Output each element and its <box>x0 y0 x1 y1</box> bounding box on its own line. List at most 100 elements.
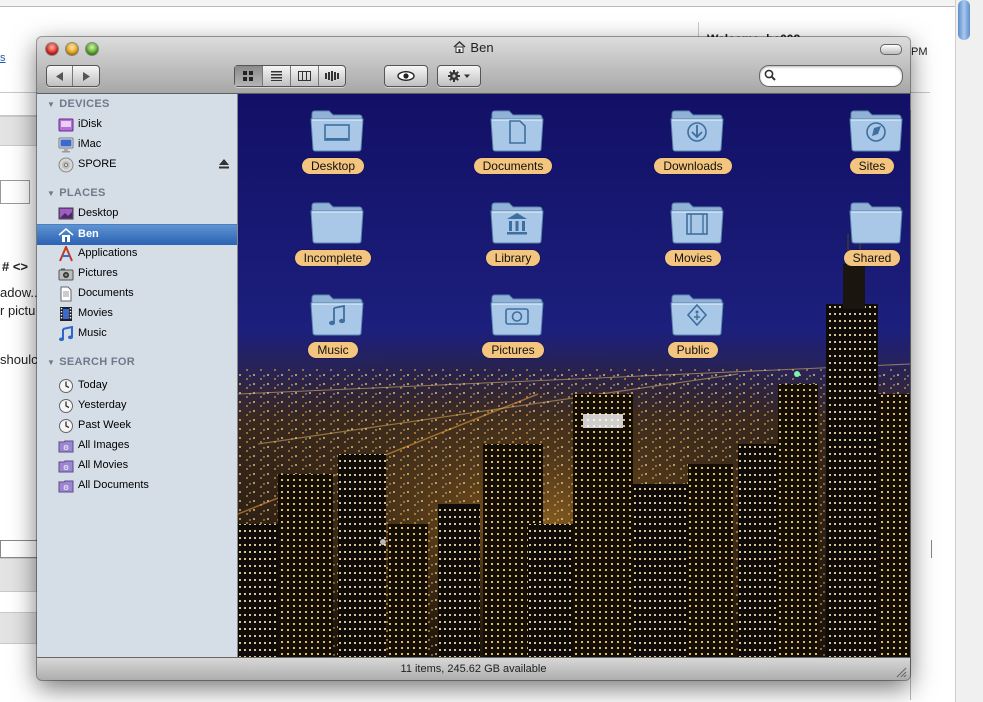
sidebar-item-label: Past Week <box>78 419 131 431</box>
sidebar-item-label: Pictures <box>78 267 118 279</box>
pictures-folder-icon <box>490 294 544 336</box>
forward-arrow-icon <box>83 71 90 81</box>
window-title: Ben <box>37 40 910 56</box>
smart-folder-icon: ⚙ <box>58 480 74 493</box>
folder-item-library[interactable]: Library <box>443 194 583 274</box>
folder-label: Movies <box>664 250 721 266</box>
resize-grip-icon[interactable] <box>895 666 907 678</box>
column-view-button[interactable] <box>291 66 319 86</box>
folder-label-wrap: Documents <box>443 158 583 174</box>
icon-view-icon <box>243 71 253 81</box>
home-icon <box>453 41 466 56</box>
background-fragment: shoulc <box>0 352 38 367</box>
folder-item-documents[interactable]: Documents <box>443 102 583 182</box>
background-link[interactable]: s <box>0 52 6 64</box>
status-text: 11 items, 245.62 GB available <box>400 663 547 675</box>
folder-item-downloads[interactable]: Downloads <box>623 102 763 182</box>
folder-label-wrap: Downloads <box>623 158 763 174</box>
background-input[interactable] <box>0 180 30 204</box>
folder-item-pictures[interactable]: Pictures <box>443 286 583 366</box>
scrollbar-thumb[interactable] <box>958 0 970 40</box>
sidebar-item-label: iDisk <box>78 118 102 130</box>
disclosure-triangle-icon[interactable]: ▼ <box>47 189 55 198</box>
folder-label: Library <box>485 250 541 266</box>
folder-label-wrap: Pictures <box>443 342 583 358</box>
clock-icon <box>59 419 73 433</box>
action-menu-button[interactable] <box>437 65 481 87</box>
sidebar: ▼ DEVICES iDisk iMac SPORE ▼ PLACES Deskto… <box>37 94 238 657</box>
disclosure-triangle-icon[interactable]: ▼ <box>47 100 55 109</box>
search-field[interactable] <box>759 65 903 87</box>
smart-folder-icon: ⚙ <box>58 460 74 473</box>
titlebar: Ben <box>37 37 910 94</box>
back-button[interactable] <box>47 66 73 86</box>
movies-folder-icon <box>670 202 724 244</box>
eye-icon <box>397 71 415 81</box>
sidebar-item-all-images[interactable]: ⚙ All Images <box>37 436 237 456</box>
music-icon <box>59 326 73 342</box>
sidebar-section-devices[interactable]: ▼ DEVICES <box>47 98 110 110</box>
desktop-folder-icon <box>310 110 364 152</box>
sidebar-item-documents[interactable]: Documents <box>37 284 237 304</box>
documents-icon <box>60 286 72 302</box>
folder-label-wrap: Desktop <box>263 158 403 174</box>
sidebar-item-spore[interactable]: SPORE <box>37 155 237 175</box>
home-icon <box>58 227 74 242</box>
list-view-button[interactable] <box>263 66 291 86</box>
sidebar-item-movies[interactable]: Movies <box>37 304 237 324</box>
sidebar-item-label: Music <box>78 327 107 339</box>
applications-icon <box>59 246 73 262</box>
sidebar-item-ben[interactable]: Ben <box>37 224 237 245</box>
sidebar-section-search-for[interactable]: ▼ SEARCH FOR <box>47 356 135 368</box>
sidebar-item-music[interactable]: Music <box>37 324 237 344</box>
folder-item-sites[interactable]: Sites <box>802 102 910 182</box>
eject-icon[interactable] <box>219 159 229 169</box>
folder-label-wrap: Incomplete <box>263 250 403 266</box>
sidebar-item-all-documents[interactable]: ⚙ All Documents <box>37 476 237 496</box>
folder-item-shared[interactable]: Shared <box>802 194 910 274</box>
folder-icon <box>310 202 364 244</box>
folder-label: Public <box>667 342 719 358</box>
folder-item-public[interactable]: Public <box>623 286 763 366</box>
sidebar-item-label: Desktop <box>78 207 119 219</box>
folder-item-incomplete[interactable]: Incomplete <box>263 194 403 274</box>
folder-item-music[interactable]: Music <box>263 286 403 366</box>
sidebar-item-past-week[interactable]: Past Week <box>37 416 237 436</box>
background-scrollbar[interactable] <box>955 0 983 702</box>
status-bar: 11 items, 245.62 GB available <box>37 657 910 680</box>
cover-flow-button[interactable] <box>319 66 345 86</box>
background-right-column <box>910 110 931 700</box>
folder-item-desktop[interactable]: Desktop <box>263 102 403 182</box>
sidebar-item-yesterday[interactable]: Yesterday <box>37 396 237 416</box>
sidebar-item-imac[interactable]: iMac <box>37 135 237 155</box>
sidebar-item-today[interactable]: Today <box>37 376 237 396</box>
sidebar-item-applications[interactable]: Applications <box>37 244 237 264</box>
smart-folder-icon: ⚙ <box>58 440 74 453</box>
music-folder-icon <box>310 294 364 336</box>
finder-window: Ben ▼ DEVICES iDisk iMac SPORE ▼ PLACES … <box>37 37 910 680</box>
pictures-icon <box>58 268 74 281</box>
sidebar-item-label: Movies <box>78 307 113 319</box>
back-arrow-icon <box>55 71 63 81</box>
folder-item-movies[interactable]: Movies <box>623 194 763 274</box>
section-title: SEARCH FOR <box>59 356 135 368</box>
sidebar-item-pictures[interactable]: Pictures <box>37 264 237 284</box>
sidebar-item-desktop[interactable]: Desktop <box>37 204 237 224</box>
disc-icon <box>58 157 74 173</box>
sidebar-item-idisk[interactable]: iDisk <box>37 115 237 135</box>
sidebar-item-label: All Images <box>78 439 130 451</box>
sidebar-section-places[interactable]: ▼ PLACES <box>47 187 106 199</box>
quick-look-button[interactable] <box>384 65 428 87</box>
sidebar-item-all-movies[interactable]: ⚙ All Movies <box>37 456 237 476</box>
downloads-folder-icon <box>670 110 724 152</box>
section-title: DEVICES <box>59 98 110 110</box>
clock-icon <box>59 399 73 413</box>
folder-label: Music <box>308 342 358 358</box>
disclosure-triangle-icon[interactable]: ▼ <box>47 358 55 367</box>
sidebar-item-label: All Documents <box>78 479 149 491</box>
search-input[interactable] <box>778 68 897 85</box>
icon-view-button[interactable] <box>235 66 263 86</box>
toolbar-toggle-button[interactable] <box>880 44 902 55</box>
folder-label-wrap: Library <box>443 250 583 266</box>
forward-button[interactable] <box>73 66 99 86</box>
